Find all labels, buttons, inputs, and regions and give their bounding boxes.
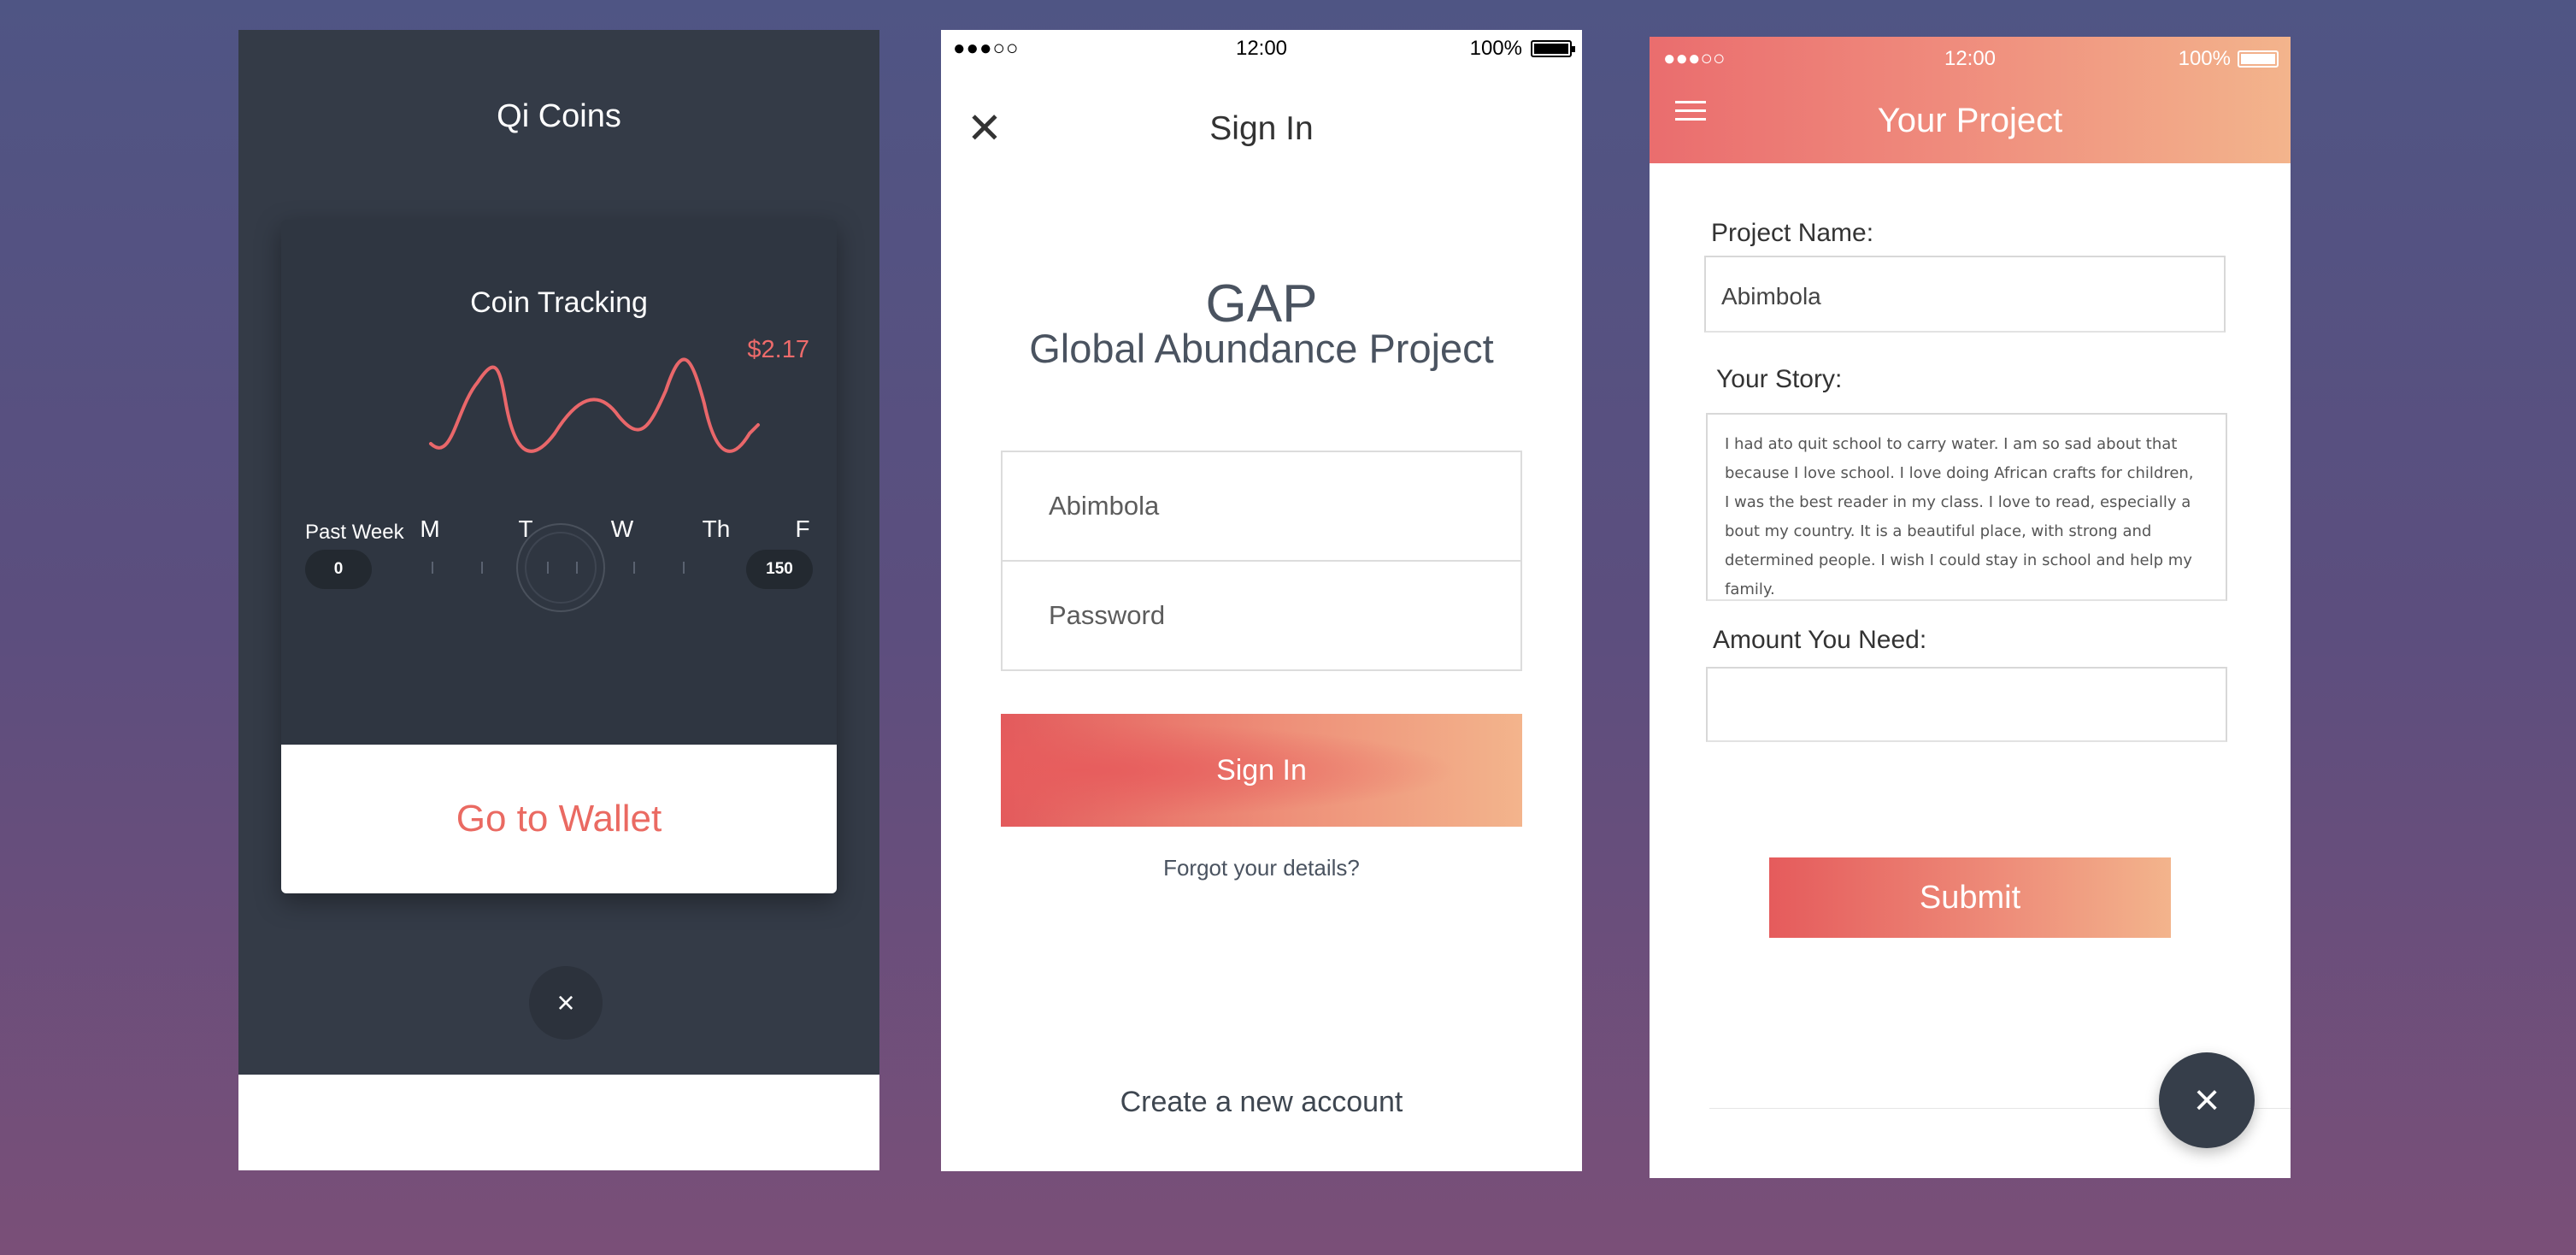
project-name-value: Abimbola [1721,283,1821,309]
bottom-panel [238,1075,879,1170]
close-fab-icon[interactable]: × [2159,1052,2255,1148]
story-textarea[interactable]: I had ato quit school to carry water. I … [1706,413,2227,601]
battery-icon [2238,50,2279,68]
sign-in-screen: ●●●○○ 12:00 100% ✕ Sign In GAP Global Ab… [941,30,1582,1171]
header-bar: ●●●○○ 12:00 100% Your Project [1650,37,2291,163]
brand-subtitle: Global Abundance Project [1029,326,1494,371]
day-label: Th [702,516,731,542]
battery-percent: 100% [2178,47,2231,70]
min-value-badge: 0 [305,550,372,589]
page-title: Sign In [1209,110,1314,147]
password-field[interactable]: Password [1001,560,1522,671]
range-slider-knob[interactable] [516,523,605,612]
sign-in-button[interactable]: Sign In [1001,714,1522,827]
page-title: Your Project [1877,102,2063,139]
battery-percent: 100% [1469,37,1522,60]
amount-input[interactable] [1706,667,2227,742]
your-story-label: Your Story: [1716,365,1843,393]
status-bar: ●●●○○ 12:00 100% [1650,42,2291,73]
story-text: I had ato quit school to carry water. I … [1725,435,2194,598]
your-project-screen: ●●●○○ 12:00 100% Your Project Project Na… [1650,37,2291,1178]
knob-ring [525,532,597,604]
day-label: M [420,516,440,542]
username-field[interactable]: Abimbola [1001,451,1522,562]
day-label: F [795,516,810,542]
slider-tick [683,562,685,574]
close-icon[interactable]: × [529,966,603,1040]
submit-button[interactable]: Submit [1769,857,2171,938]
slider-tick [576,562,578,574]
coin-tracking-card: Coin Tracking $2.17 Past Week M T W Th F… [281,220,837,893]
slider-tick [633,562,635,574]
status-bar: ●●●○○ 12:00 100% [941,30,1582,66]
qi-coins-screen: Qi Coins Coin Tracking $2.17 Past Week M… [238,30,879,1170]
project-name-input[interactable]: Abimbola [1704,256,2226,333]
range-label: Past Week [305,521,404,544]
go-to-wallet-button[interactable]: Go to Wallet [281,745,837,893]
amount-label: Amount You Need: [1713,626,1927,654]
slider-tick [432,562,433,574]
coin-wave-line [429,357,760,453]
slider-tick [547,562,549,574]
day-label: W [610,516,634,542]
max-value-badge: 150 [746,550,813,589]
coin-wave-chart [429,357,760,453]
battery-icon [1531,40,1575,57]
project-name-label: Project Name: [1711,219,1874,247]
create-account-link[interactable]: Create a new account [941,1086,1582,1119]
slider-tick [481,562,483,574]
forgot-details-link[interactable]: Forgot your details? [941,855,1582,881]
page-title: Qi Coins [497,98,621,134]
